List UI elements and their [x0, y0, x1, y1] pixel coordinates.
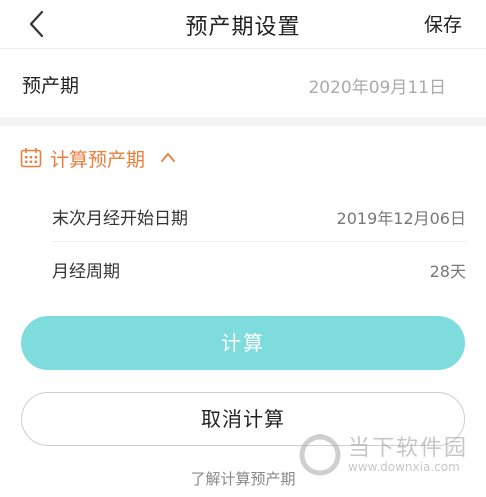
- save-button[interactable]: 保存: [424, 10, 462, 37]
- cycle-length-value: 28天: [429, 262, 466, 281]
- due-date-row[interactable]: 预产期 2020年09月11日: [0, 49, 486, 117]
- due-date-value: 2020年09月11日: [308, 78, 446, 98]
- row-divider: [52, 241, 466, 242]
- watermark: 当下软件园 www.downxia.com: [296, 428, 476, 486]
- page-title: 预产期设置: [185, 15, 301, 40]
- cycle-length-row[interactable]: 月经周期 28天: [0, 243, 486, 295]
- last-period-date-value: 2019年12月06日: [336, 209, 466, 228]
- due-date-label: 预产期: [22, 75, 80, 97]
- chevron-up-icon: [161, 153, 175, 162]
- calendar-icon: [20, 148, 42, 168]
- watermark-name: 当下软件园: [348, 436, 469, 461]
- section-gap: [0, 117, 486, 126]
- calculator-title: 计算预产期: [50, 149, 146, 171]
- watermark-url: www.downxia.com: [348, 460, 460, 474]
- last-period-date-row[interactable]: 末次月经开始日期 2019年12月06日: [0, 186, 486, 242]
- app-header: 预产期设置 保存: [0, 0, 486, 49]
- calculate-button[interactable]: 计算: [21, 316, 465, 370]
- last-period-date-label: 末次月经开始日期: [52, 209, 188, 229]
- watermark-logo-icon: [299, 434, 341, 476]
- cycle-length-label: 月经周期: [52, 262, 120, 282]
